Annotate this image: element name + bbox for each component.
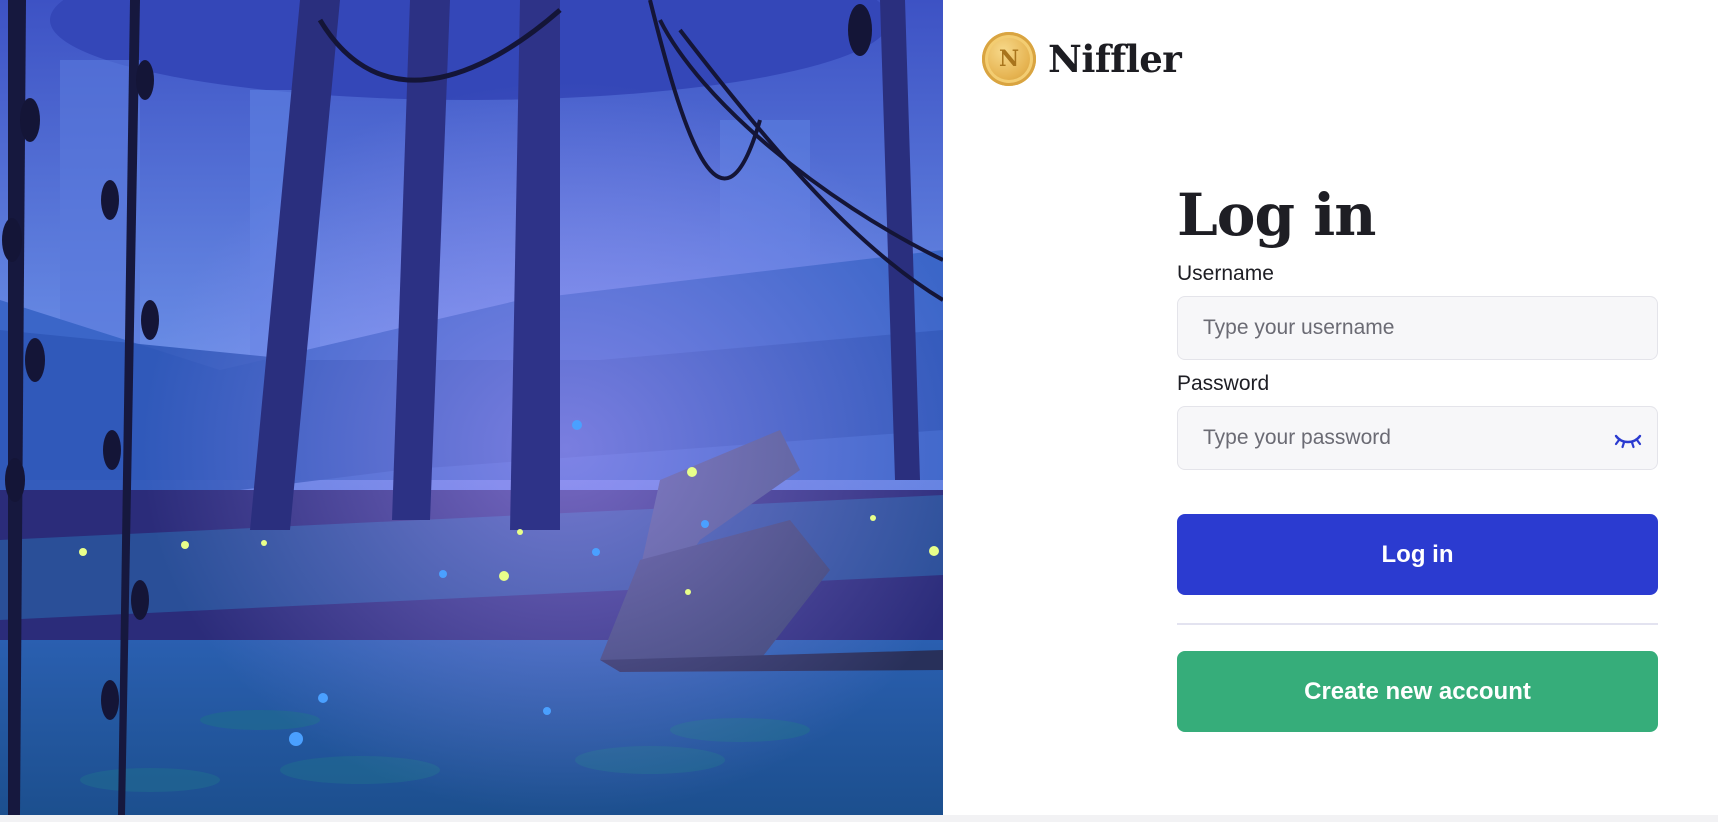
username-input[interactable]	[1178, 297, 1657, 359]
forest-illustration	[0, 0, 943, 815]
password-field-wrapper	[1177, 406, 1658, 470]
brand-name: Niffler	[1048, 37, 1182, 81]
bottom-strip	[0, 815, 1718, 822]
create-account-button[interactable]: Create new account	[1177, 651, 1658, 732]
brand: N Niffler	[982, 32, 1182, 86]
coin-icon: N	[982, 32, 1036, 86]
eye-closed-icon[interactable]	[1613, 427, 1643, 451]
login-form: Log in Username Password Log in Create n…	[1177, 180, 1658, 732]
password-input[interactable]	[1178, 407, 1657, 469]
login-button[interactable]: Log in	[1177, 514, 1658, 595]
coin-letter: N	[998, 46, 1020, 72]
password-label: Password	[1177, 372, 1270, 395]
page-title: Log in	[1177, 181, 1376, 249]
login-panel: N Niffler Log in Username Password Log i…	[943, 0, 1718, 815]
divider	[1177, 623, 1658, 625]
username-field-wrapper	[1177, 296, 1658, 360]
username-label: Username	[1177, 262, 1274, 285]
